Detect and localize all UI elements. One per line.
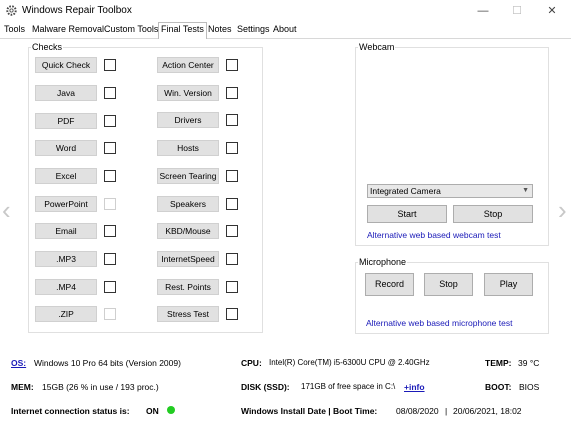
- boot-time-value: 20/06/2021, 18:02: [453, 406, 522, 416]
- check-button-quick-check[interactable]: Quick Check: [35, 57, 97, 73]
- check-button-mp3[interactable]: .MP3: [35, 251, 97, 267]
- checkbox-drivers[interactable]: [226, 114, 238, 126]
- os-value: Windows 10 Pro 64 bits (Version 2009): [34, 358, 181, 368]
- checkbox-stress-test[interactable]: [226, 308, 238, 320]
- camera-select-value: Integrated Camera: [370, 186, 441, 196]
- check-button-email[interactable]: Email: [35, 223, 97, 239]
- checkbox-email[interactable]: [104, 225, 116, 237]
- maximize-button[interactable]: ☐: [508, 3, 526, 19]
- mic-record-button[interactable]: Record: [365, 273, 414, 296]
- check-button-pdf[interactable]: PDF: [35, 113, 97, 129]
- tab-malware-removal[interactable]: Malware Removal: [32, 24, 104, 34]
- tab-final-tests[interactable]: Final Tests: [158, 22, 207, 39]
- tab-bar: Tools Malware Removal Custom Tools Final…: [0, 22, 571, 39]
- checkbox-java[interactable]: [104, 87, 116, 99]
- check-button-mp4[interactable]: .MP4: [35, 279, 97, 295]
- checkbox-screen-tearing[interactable]: [226, 170, 238, 182]
- check-button-kbd-mouse[interactable]: KBD/Mouse: [157, 223, 219, 239]
- check-button-action-center[interactable]: Action Center: [157, 57, 219, 73]
- checkbox-mp3[interactable]: [104, 253, 116, 265]
- cpu-label: CPU:: [241, 358, 262, 368]
- cpu-value: Intel(R) Core(TM) i5-6300U CPU @ 2.40GHz: [269, 358, 430, 367]
- boot-label: BOOT:: [485, 382, 512, 392]
- checkbox-win-version[interactable]: [226, 87, 238, 99]
- tab-custom-tools[interactable]: Custom Tools: [104, 24, 158, 34]
- check-button-java[interactable]: Java: [35, 85, 97, 101]
- check-button-win-version[interactable]: Win. Version: [157, 85, 219, 101]
- internet-status-value: ON: [146, 406, 159, 416]
- checkbox-internet-speed[interactable]: [226, 253, 238, 265]
- check-button-rest-points[interactable]: Rest. Points: [157, 279, 219, 295]
- gear-icon: [6, 5, 17, 16]
- checkbox-mp4[interactable]: [104, 281, 116, 293]
- mem-value: 15GB (26 % in use / 193 proc.): [42, 382, 159, 392]
- tab-about[interactable]: About: [273, 24, 297, 34]
- disk-value: 171GB of free space in C:\: [301, 382, 396, 391]
- checkbox-speakers[interactable]: [226, 198, 238, 210]
- chevron-down-icon: ▼: [522, 187, 529, 194]
- check-button-speakers[interactable]: Speakers: [157, 196, 219, 212]
- check-button-word[interactable]: Word: [35, 140, 97, 156]
- mic-play-button[interactable]: Play: [484, 273, 533, 296]
- microphone-group-label: Microphone: [358, 257, 408, 267]
- chevron-left-icon[interactable]: ‹: [2, 197, 11, 223]
- checkbox-powerpoint[interactable]: [104, 198, 116, 210]
- tab-notes[interactable]: Notes: [208, 24, 232, 34]
- checkbox-rest-points[interactable]: [226, 281, 238, 293]
- check-button-screen-tearing[interactable]: Screen Tearing: [157, 168, 219, 184]
- title-bar: Windows Repair Toolbox — ☐ ✕: [0, 0, 571, 22]
- status-indicator-icon: [167, 406, 175, 414]
- checks-group-label: Checks: [31, 42, 64, 52]
- checkbox-action-center[interactable]: [226, 59, 238, 71]
- os-label[interactable]: OS:: [11, 358, 26, 368]
- webcam-group-label: Webcam: [358, 42, 396, 52]
- check-button-stress-test[interactable]: Stress Test: [157, 306, 219, 322]
- boot-value: BIOS: [519, 382, 540, 392]
- checkbox-quick-check[interactable]: [104, 59, 116, 71]
- check-button-zip[interactable]: .ZIP: [35, 306, 97, 322]
- close-button[interactable]: ✕: [543, 3, 561, 19]
- mic-alt-test-link[interactable]: Alternative web based microphone test: [366, 318, 512, 328]
- check-button-internet-speed[interactable]: InternetSpeed: [157, 251, 219, 267]
- camera-select[interactable]: Integrated Camera ▼: [367, 184, 533, 198]
- mem-label: MEM:: [11, 382, 34, 392]
- check-button-hosts[interactable]: Hosts: [157, 140, 219, 156]
- tab-tools[interactable]: Tools: [4, 24, 25, 34]
- checkbox-kbd-mouse[interactable]: [226, 225, 238, 237]
- webcam-alt-test-link[interactable]: Alternative web based webcam test: [367, 230, 501, 240]
- install-date-value: 08/08/2020: [396, 406, 439, 416]
- webcam-start-button[interactable]: Start: [367, 205, 447, 223]
- checkbox-pdf[interactable]: [104, 115, 116, 127]
- internet-status-label: Internet connection status is:: [11, 406, 130, 416]
- window-title: Windows Repair Toolbox: [22, 5, 132, 16]
- temp-value: 39 °C: [518, 358, 540, 368]
- check-button-excel[interactable]: Excel: [35, 168, 97, 184]
- tab-settings[interactable]: Settings: [237, 24, 270, 34]
- checkbox-hosts[interactable]: [226, 142, 238, 154]
- temp-label: TEMP:: [485, 358, 512, 368]
- webcam-stop-button[interactable]: Stop: [453, 205, 533, 223]
- install-date-label: Windows Install Date | Boot Time:: [241, 406, 378, 416]
- disk-info-link[interactable]: +info: [404, 382, 425, 392]
- chevron-right-icon[interactable]: ›: [558, 197, 567, 223]
- check-button-drivers[interactable]: Drivers: [157, 112, 219, 128]
- disk-label: DISK (SSD):: [241, 382, 290, 392]
- checkbox-word[interactable]: [104, 142, 116, 154]
- checkbox-excel[interactable]: [104, 170, 116, 182]
- minimize-button[interactable]: —: [474, 3, 492, 19]
- check-button-powerpoint[interactable]: PowerPoint: [35, 196, 97, 212]
- mic-stop-button[interactable]: Stop: [424, 273, 473, 296]
- checkbox-zip[interactable]: [104, 308, 116, 320]
- separator: |: [445, 406, 448, 416]
